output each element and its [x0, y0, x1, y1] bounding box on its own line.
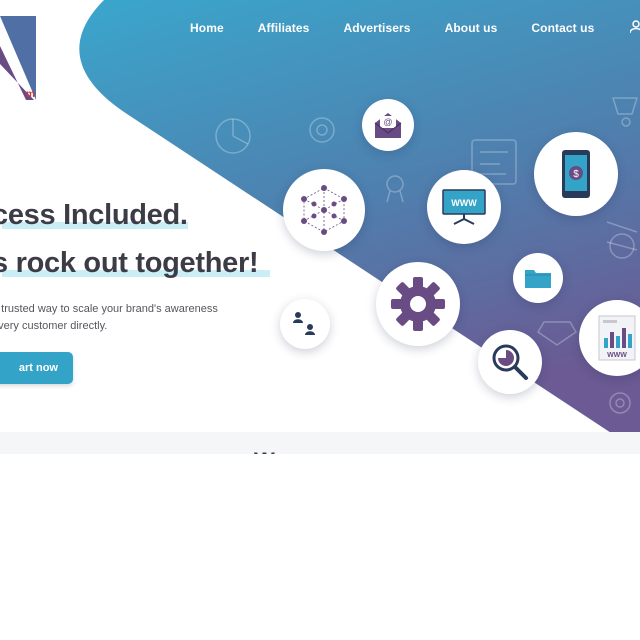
hero-headline-line-1: cess Included.: [0, 199, 188, 231]
folder-icon-circle: [513, 253, 563, 303]
folder-icon: [525, 270, 551, 288]
hero-section: m Home Affiliates Advertisers About us C…: [0, 0, 640, 432]
main-navigation: Home Affiliates Advertisers About us Con…: [190, 21, 628, 35]
www-screen-icon-circle: WWW: [427, 170, 501, 244]
people-icon-circle: [280, 299, 330, 349]
cube-network-icon-circle: [283, 169, 365, 251]
hero-description: d trusted way to scale your brand's awar…: [0, 303, 218, 332]
gear-icon: [391, 277, 445, 331]
nav-contact-us[interactable]: Contact us: [531, 21, 594, 35]
svg-text:WWW: WWW: [607, 352, 627, 359]
brand-logo[interactable]: [0, 16, 40, 100]
section-heading: W: [254, 448, 275, 454]
cube-network-icon: [301, 185, 347, 235]
chart-document-icon: WWW: [598, 315, 636, 361]
user-icon[interactable]: [629, 20, 640, 39]
smartphone-dollar-icon-circle: $: [534, 132, 618, 216]
svg-text:$: $: [573, 169, 579, 180]
www-screen-icon: WWW: [442, 189, 486, 225]
start-now-button[interactable]: art now: [0, 352, 73, 384]
gear-icon-circle: [376, 262, 460, 346]
brand-logo-text: m: [26, 89, 35, 100]
hero-headline-line-2: s rock out together!: [0, 247, 270, 280]
magnifier-chart-icon-circle: [478, 330, 542, 394]
smartphone-dollar-icon: $: [562, 150, 590, 198]
nav-affiliates[interactable]: Affiliates: [258, 21, 310, 35]
svg-text:WWW: WWW: [451, 198, 477, 208]
nav-about-us[interactable]: About us: [445, 21, 498, 35]
next-section: W: [0, 432, 640, 454]
people-icon: [293, 312, 315, 335]
nav-advertisers[interactable]: Advertisers: [343, 21, 410, 35]
svg-text:@: @: [383, 117, 392, 127]
email-icon-circle: @: [362, 99, 414, 151]
magnifier-chart-icon: [492, 344, 528, 380]
email-icon: @: [374, 113, 402, 138]
nav-home[interactable]: Home: [190, 21, 224, 35]
